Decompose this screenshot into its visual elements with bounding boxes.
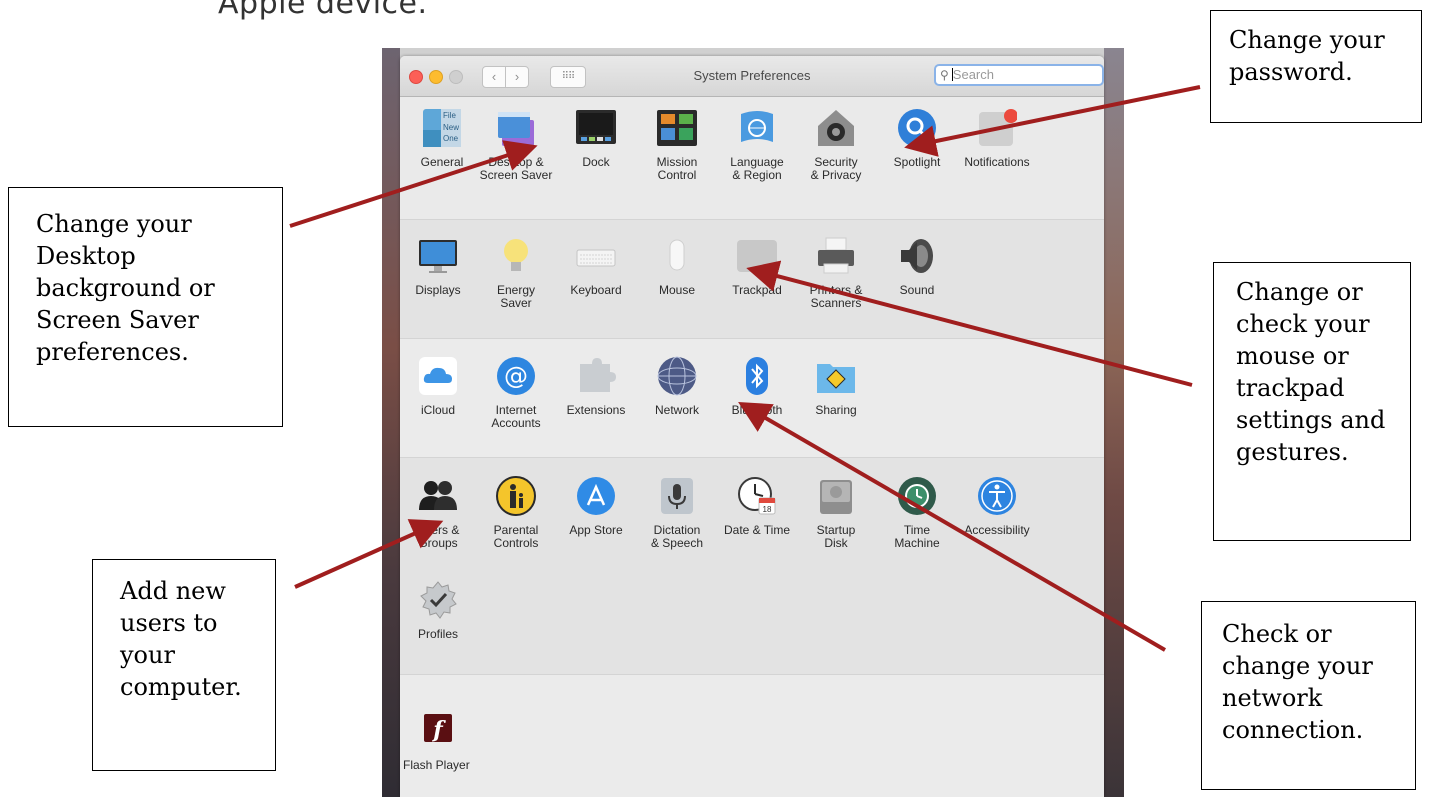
arrow-mouse — [746, 260, 1193, 387]
arrow-desktop — [289, 140, 538, 228]
arrow-password — [904, 85, 1201, 157]
arrow-users — [294, 519, 444, 589]
annotation-arrows — [289, 85, 1201, 652]
arrow-network — [738, 401, 1167, 652]
